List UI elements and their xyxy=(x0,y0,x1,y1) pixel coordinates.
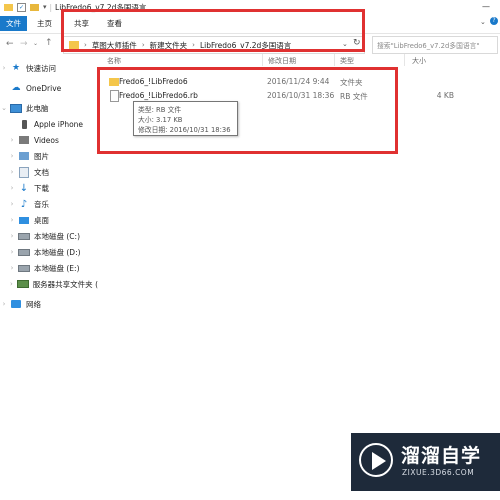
pictures-folder-icon xyxy=(18,151,30,161)
play-logo-icon xyxy=(359,443,393,477)
expand-arrow-icon[interactable]: › xyxy=(8,248,16,256)
tab-file[interactable]: 文件 xyxy=(0,16,27,31)
up-arrow-icon[interactable]: ↑ xyxy=(45,38,53,48)
expand-arrow-icon[interactable]: › xyxy=(8,280,15,288)
expand-arrow-icon[interactable]: › xyxy=(0,64,8,72)
minimize-icon[interactable]: — xyxy=(482,2,490,11)
music-icon: ♪ xyxy=(20,198,28,210)
expand-arrow-icon[interactable]: › xyxy=(8,264,16,272)
watermark: 溜溜自学 ZIXUE.3D66.COM xyxy=(351,433,500,491)
expand-arrow-icon[interactable]: › xyxy=(8,168,16,176)
navigation-pane: › ★ 快速访问 ☁ OneDrive ⌄ 此电脑 Apple iPhone ›… xyxy=(0,56,98,500)
sidebar-item-quick-access[interactable]: › ★ 快速访问 xyxy=(0,60,96,76)
expand-arrow-icon[interactable]: › xyxy=(8,200,16,208)
search-input[interactable]: 搜索"LibFredo6_v7.2d多国语言" xyxy=(372,36,498,54)
folder-icon[interactable] xyxy=(30,3,39,11)
sidebar-item-onedrive[interactable]: ☁ OneDrive xyxy=(0,80,96,96)
drive-icon xyxy=(18,231,30,241)
network-drive-icon xyxy=(16,279,29,289)
desktop-icon xyxy=(18,215,30,225)
tab-home[interactable]: 主页 xyxy=(37,16,52,31)
expand-arrow-icon[interactable]: ⌄ xyxy=(0,104,8,112)
dropdown-arrow-icon[interactable]: ▾ xyxy=(43,3,47,11)
highlight-box-files xyxy=(97,67,398,154)
sidebar-item-videos[interactable]: › Videos xyxy=(8,132,104,148)
expand-arrow-icon[interactable]: › xyxy=(8,216,16,224)
video-folder-icon xyxy=(18,135,30,145)
phone-icon xyxy=(18,119,30,129)
documents-folder-icon xyxy=(18,166,30,178)
expand-arrow-icon[interactable]: › xyxy=(8,232,16,240)
drive-icon xyxy=(18,247,30,257)
sidebar-item-network[interactable]: › 网络 xyxy=(0,296,96,312)
forward-arrow-icon[interactable]: → xyxy=(20,39,28,49)
folder-icon[interactable] xyxy=(4,3,13,11)
file-size: 4 KB xyxy=(436,91,454,100)
expand-arrow-icon[interactable]: › xyxy=(8,152,16,160)
sidebar-item-pictures[interactable]: › 图片 xyxy=(8,148,104,164)
column-divider xyxy=(334,54,335,66)
search-placeholder: 搜索"LibFredo6_v7.2d多国语言" xyxy=(377,42,480,50)
recent-dropdown-icon[interactable]: ⌄ xyxy=(33,40,38,47)
sidebar-item-server-share[interactable]: › 服务器共享文件夹 ( xyxy=(8,276,98,292)
help-icon[interactable]: ? xyxy=(490,17,498,25)
column-header-name[interactable]: 名称 xyxy=(107,56,121,66)
sidebar-item-this-pc[interactable]: ⌄ 此电脑 xyxy=(0,100,96,116)
cloud-icon: ☁ xyxy=(11,83,21,93)
download-icon: ↓ xyxy=(19,182,29,194)
sidebar-item-drive-e[interactable]: › 本地磁盘 (E:) xyxy=(8,260,104,276)
column-header-type[interactable]: 类型 xyxy=(340,56,354,66)
expand-ribbon-icon[interactable]: ⌄ xyxy=(480,18,486,26)
expand-arrow-icon[interactable]: › xyxy=(0,300,8,308)
column-header-size[interactable]: 大小 xyxy=(412,56,426,66)
expand-arrow-icon[interactable]: › xyxy=(8,184,16,192)
column-divider xyxy=(404,54,405,66)
sidebar-item-music[interactable]: › ♪ 音乐 xyxy=(8,196,104,212)
sidebar-item-desktop[interactable]: › 桌面 xyxy=(8,212,104,228)
computer-icon xyxy=(10,103,22,113)
sidebar-item-documents[interactable]: › 文档 xyxy=(8,164,104,180)
star-icon: ★ xyxy=(11,63,21,73)
sidebar-item-downloads[interactable]: › ↓ 下载 xyxy=(8,180,104,196)
checkbox-icon[interactable]: ✓ xyxy=(17,2,26,12)
column-header-date[interactable]: 修改日期 xyxy=(268,56,296,66)
expand-arrow-icon[interactable]: › xyxy=(8,136,16,144)
network-icon xyxy=(10,299,22,309)
sidebar-item-apple-iphone[interactable]: Apple iPhone xyxy=(8,116,104,132)
sidebar-item-drive-d[interactable]: › 本地磁盘 (D:) xyxy=(8,244,104,260)
highlight-box-top xyxy=(61,9,365,52)
drive-icon xyxy=(18,263,30,273)
watermark-subtitle: ZIXUE.3D66.COM xyxy=(402,468,475,477)
sidebar-item-drive-c[interactable]: › 本地磁盘 (C:) xyxy=(8,228,104,244)
watermark-title: 溜溜自学 xyxy=(401,445,482,467)
column-divider xyxy=(262,54,263,66)
back-arrow-icon[interactable]: ← xyxy=(6,39,14,49)
